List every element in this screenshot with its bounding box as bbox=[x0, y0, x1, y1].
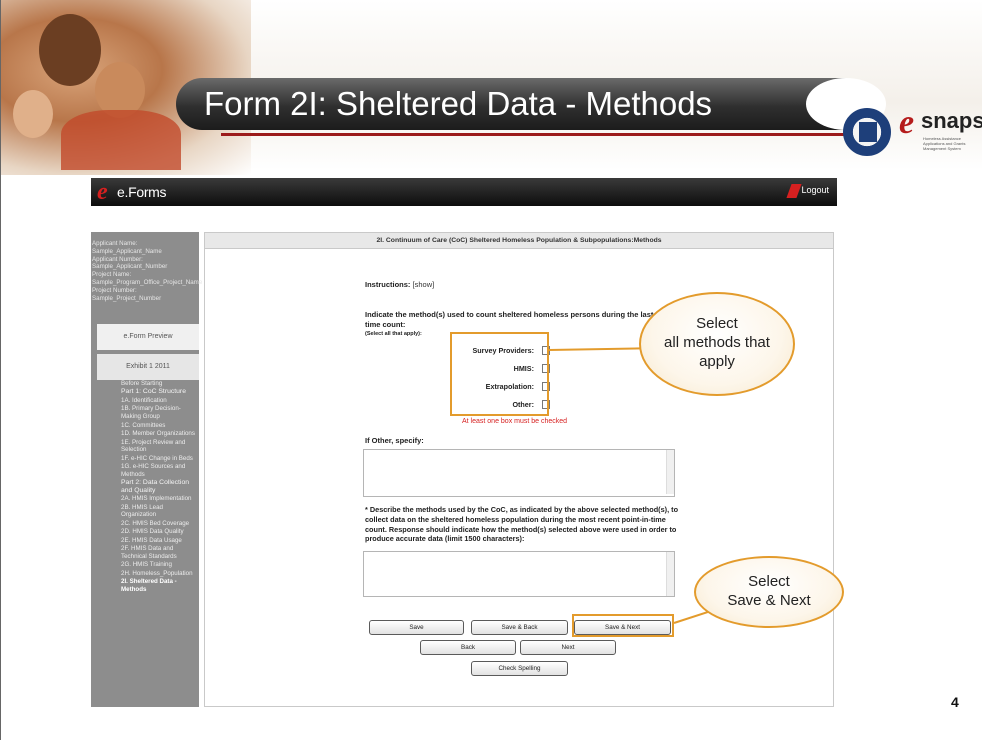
instructions: Instructions: [show] bbox=[365, 280, 434, 289]
methods-highlight-box bbox=[450, 332, 549, 416]
sidebar-item[interactable]: 2F. HMIS Data and Technical Standards bbox=[121, 545, 199, 560]
esnaps-logo-text: snaps bbox=[921, 108, 982, 133]
applicant-info-line: Applicant Name: bbox=[92, 240, 138, 247]
validation-error: At least one box must be checked bbox=[462, 418, 568, 425]
check-spelling-button[interactable]: Check Spelling bbox=[471, 661, 568, 676]
callout-text: Select bbox=[696, 315, 738, 332]
question-methods-hint: (Select all that apply): bbox=[365, 331, 422, 337]
title-underline bbox=[221, 133, 861, 136]
save-button[interactable]: Save bbox=[369, 620, 464, 635]
question-describe-methods: * Describe the methods used by the CoC, … bbox=[365, 505, 679, 544]
eforms-app-name: e.Forms bbox=[117, 184, 167, 200]
textarea-scrollbar[interactable] bbox=[666, 552, 674, 596]
slide-title: Form 2I: Sheltered Data - Methods bbox=[204, 85, 713, 122]
title-bar: Form 2I: Sheltered Data - Methods bbox=[176, 78, 886, 130]
sidebar-item[interactable]: 2B. HMIS Lead Organization bbox=[121, 504, 199, 519]
instructions-label: Instructions: bbox=[365, 280, 411, 289]
applicant-info-line: Project Number: bbox=[92, 286, 137, 294]
describe-methods-textarea[interactable] bbox=[363, 551, 675, 597]
sidebar-item[interactable]: 1F. e-HIC Change in Beds bbox=[121, 455, 199, 463]
sidebar-item-eform-preview[interactable]: e.Form Preview bbox=[97, 324, 199, 350]
sidebar-item[interactable]: 2E. HMIS Data Usage bbox=[121, 537, 199, 545]
sidebar-item[interactable]: 1C. Committees bbox=[121, 422, 199, 430]
page-number: 4 bbox=[951, 694, 959, 710]
sidebar-item[interactable]: 2D. HMIS Data Quality bbox=[121, 528, 199, 536]
methods-callout-bubble: Select all methods that apply bbox=[639, 292, 795, 396]
sidebar-item[interactable]: 1A. Identification bbox=[121, 397, 199, 405]
applicant-info-line: Applicant Number: bbox=[92, 255, 143, 263]
sidebar-item[interactable]: 1D. Member Organizations bbox=[121, 430, 199, 438]
sidebar-item-active[interactable]: 2I. Sheltered Data - Methods bbox=[121, 578, 199, 593]
back-button[interactable]: Back bbox=[420, 640, 516, 655]
save-back-button[interactable]: Save & Back bbox=[471, 620, 568, 635]
slide: Form 2I: Sheltered Data - Methods e snap… bbox=[0, 0, 982, 740]
sidebar-item[interactable]: 2C. HMIS Bed Coverage bbox=[121, 520, 199, 528]
other-specify-textarea[interactable] bbox=[363, 449, 675, 497]
esnaps-logo: e snaps Homeless Assistance Applications… bbox=[899, 100, 982, 151]
sidebar-item[interactable]: 1B. Primary Decision-Making Group bbox=[121, 405, 199, 420]
applicant-info: Applicant Name: Sample_Applicant_Name Ap… bbox=[91, 240, 203, 302]
form-header: 2I. Continuum of Care (CoC) Sheltered Ho… bbox=[205, 233, 833, 249]
applicant-info-line: Sample_Project_Number bbox=[92, 294, 162, 302]
sidebar-item[interactable]: 2A. HMIS Implementation bbox=[121, 495, 199, 503]
sidebar: Applicant Name: Sample_Applicant_Name Ap… bbox=[91, 232, 203, 707]
logout-link[interactable]: Logout bbox=[801, 185, 829, 195]
hud-seal-icon bbox=[843, 108, 891, 156]
save-next-callout-bubble: Select Save & Next bbox=[694, 556, 844, 628]
logout-icon[interactable] bbox=[786, 184, 802, 198]
sidebar-item[interactable]: Before Starting bbox=[121, 380, 199, 388]
other-specify-label: If Other, specify: bbox=[365, 436, 424, 445]
sidebar-item-exhibit[interactable]: Exhibit 1 2011 bbox=[97, 354, 199, 380]
sidebar-item[interactable]: 2G. HMIS Training bbox=[121, 561, 199, 569]
sidebar-nav-list: Before Starting Part 1: CoC Structure 1A… bbox=[121, 380, 199, 594]
instructions-show-link[interactable]: [show] bbox=[413, 280, 435, 289]
save-next-highlight-box bbox=[572, 614, 674, 637]
eforms-header: e e.Forms Logout bbox=[91, 178, 837, 206]
eforms-logo-icon: e bbox=[97, 179, 108, 205]
applicant-info-line: Sample_Applicant_Number bbox=[92, 263, 168, 271]
sidebar-item[interactable]: 2H. Homeless_Population bbox=[121, 570, 199, 578]
applicant-info-line: Project Name: bbox=[92, 271, 132, 279]
sidebar-item[interactable]: Part 2: Data Collection and Quality bbox=[121, 479, 199, 494]
callout-text: Save & Next bbox=[727, 592, 811, 609]
next-button[interactable]: Next bbox=[520, 640, 616, 655]
textarea-scrollbar[interactable] bbox=[666, 450, 674, 494]
callout-text: all methods that bbox=[664, 334, 770, 351]
sidebar-item[interactable]: 1E. Project Review and Selection bbox=[121, 439, 199, 454]
sidebar-item[interactable]: 1G. e-HIC Sources and Methods bbox=[121, 463, 199, 478]
callout-text: apply bbox=[699, 353, 735, 370]
applicant-info-line: Sample_Program_Office_Project_Name bbox=[92, 278, 203, 286]
sidebar-item[interactable]: Part 1: CoC Structure bbox=[121, 388, 199, 396]
applicant-info-line: Sample_Applicant_Name bbox=[92, 247, 162, 255]
esnaps-tagline: Homeless Assistance Applications and Gra… bbox=[923, 136, 966, 151]
callout-text: Select bbox=[748, 573, 790, 590]
